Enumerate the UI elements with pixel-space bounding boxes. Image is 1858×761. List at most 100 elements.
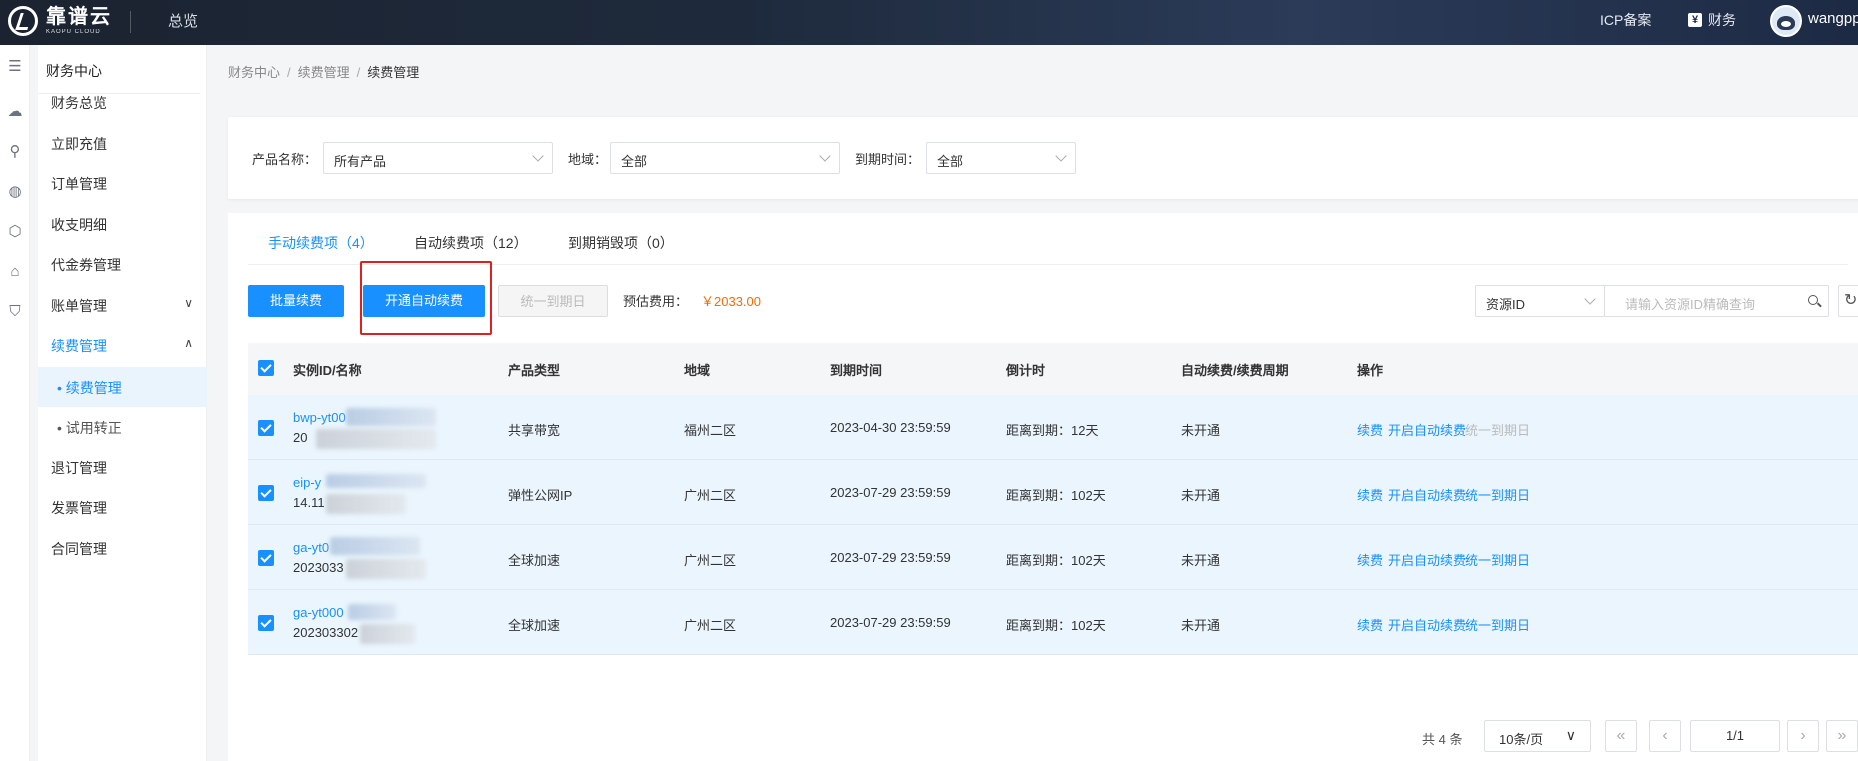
table-row: ga-yt000 202303302 全球加速 广州二区 2023-07-29 …	[248, 590, 1858, 655]
globe-icon[interactable]: ◍	[5, 182, 25, 202]
page-size-select[interactable]: 10条/页 ∨	[1484, 720, 1591, 752]
unify-expire-link[interactable]: 统一到期日	[1465, 485, 1530, 504]
logo-name: 靠谱云	[46, 6, 112, 28]
icon-rail: ☰ ☁ ⚲ ◍ ⬡ ⌂ ⛉	[0, 45, 30, 761]
nav-finance-link[interactable]: ¥ 财务	[1688, 10, 1736, 30]
renew-link[interactable]: 续费	[1357, 420, 1383, 439]
chevron-up-icon: ∧	[184, 336, 193, 350]
sidebar-item-invoices[interactable]: 发票管理	[51, 498, 201, 518]
next-page-icon[interactable]: ›	[1787, 720, 1819, 752]
sidebar-item-bills-label: 账单管理	[51, 298, 107, 314]
countdown: 距离到期：102天	[1006, 553, 1106, 568]
product-type: 全球加速	[508, 553, 561, 568]
redacted-blur	[348, 604, 396, 620]
nav-icp-link[interactable]: ICP备案	[1600, 10, 1651, 30]
select-all-checkbox[interactable]	[258, 360, 274, 376]
product-filter-select[interactable]: 所有产品	[323, 142, 553, 174]
sidebar-item-transactions[interactable]: 收支明细	[51, 215, 201, 235]
column-header: 地域	[684, 363, 711, 378]
renew-link[interactable]: 续费	[1357, 485, 1383, 504]
sidebar-item-renewal[interactable]: 续费管理 ∧	[51, 336, 201, 356]
tab-auto-renewal[interactable]: 自动续费项（12）	[414, 233, 528, 253]
instance-name: 2023033	[293, 560, 344, 575]
search-type-select[interactable]: 资源ID	[1475, 285, 1605, 317]
region-filter-select[interactable]: 全部	[610, 142, 840, 174]
product-filter-label: 产品名称：	[252, 152, 318, 167]
region: 广州二区	[684, 488, 737, 503]
enable-auto-renew-link[interactable]: 开启自动续费	[1388, 615, 1466, 634]
sidebar-item-unsubscribe[interactable]: 退订管理	[51, 458, 201, 478]
chevron-down-icon	[1055, 150, 1067, 162]
yen-icon: ¥	[1688, 13, 1702, 27]
row-checkbox[interactable]	[258, 550, 274, 566]
topbar-divider	[130, 11, 131, 33]
username[interactable]: wangpp	[1808, 10, 1858, 27]
column-header: 实例ID/名称	[293, 363, 362, 378]
user-avatar[interactable]	[1770, 5, 1802, 37]
enable-auto-renew-link[interactable]: 开启自动续费	[1388, 550, 1466, 569]
current-page[interactable]: 1/1	[1690, 720, 1780, 752]
breadcrumb-item-renewal[interactable]: 续费管理	[298, 65, 350, 80]
nav-finance-label: 财务	[1708, 12, 1736, 28]
expire-filter-select[interactable]: 全部	[926, 142, 1076, 174]
countdown: 距离到期：102天	[1006, 488, 1106, 503]
search-icon[interactable]	[1808, 295, 1818, 305]
unify-expire-link[interactable]: 统一到期日	[1465, 550, 1530, 569]
search-input[interactable]: 请输入资源ID精确查询	[1604, 285, 1829, 317]
row-checkbox[interactable]	[258, 615, 274, 631]
row-checkbox[interactable]	[258, 420, 274, 436]
redacted-blur	[346, 408, 436, 426]
network-icon[interactable]: ⬡	[5, 222, 25, 242]
renew-link[interactable]: 续费	[1357, 615, 1383, 634]
table-header: 实例ID/名称 产品类型 地域 到期时间 倒计时 自动续费/续费周期 操作	[248, 343, 1858, 395]
expire-filter-label: 到期时间：	[855, 152, 921, 167]
nav-overview-link[interactable]: 总览	[168, 10, 198, 31]
instance-id-link[interactable]: ga-yt000	[293, 605, 344, 620]
instance-id-link[interactable]: ga-yt0	[293, 540, 329, 555]
prev-page-icon[interactable]: ‹	[1649, 720, 1681, 752]
chevron-down-icon	[1584, 293, 1596, 305]
enable-auto-renew-link[interactable]: 开启自动续费	[1388, 485, 1466, 504]
last-page-icon[interactable]: »	[1826, 720, 1858, 752]
tab-manual-renewal[interactable]: 手动续费项（4）	[268, 233, 374, 253]
instance-id-link[interactable]: bwp-yt00	[293, 410, 346, 425]
unify-expire-link[interactable]: 统一到期日	[1465, 615, 1530, 634]
refresh-icon[interactable]: ↻	[1838, 285, 1858, 317]
instance-name: 202303302	[293, 625, 359, 640]
sidebar-subitem-renewal[interactable]: • 续费管理	[38, 367, 207, 407]
shield-icon[interactable]: ⛉	[5, 302, 25, 322]
first-page-icon[interactable]: «	[1605, 720, 1637, 752]
cloud-icon[interactable]: ☁	[5, 102, 25, 122]
breadcrumb: 财务中心 / 续费管理 / 续费管理	[228, 65, 420, 80]
estimate-label: 预估费用：	[623, 294, 689, 309]
sidebar-item-finance-overview[interactable]: 财务总览	[51, 93, 201, 113]
region-filter-label: 地域：	[568, 152, 608, 167]
column-header: 倒计时	[1006, 363, 1046, 378]
logo[interactable]: 靠谱云 KAOPU CLOUD	[8, 6, 112, 36]
breadcrumb-item-finance[interactable]: 财务中心	[228, 65, 280, 80]
sidebar-item-contracts[interactable]: 合同管理	[51, 539, 201, 559]
unify-expire-link[interactable]: 统一到期日	[1465, 420, 1530, 439]
sidebar-item-vouchers[interactable]: 代金券管理	[51, 255, 201, 275]
redacted-blur	[330, 537, 420, 555]
unify-expire-button[interactable]: 统一到期日	[498, 285, 608, 317]
sidebar-item-orders[interactable]: 订单管理	[51, 174, 201, 194]
chevron-down-icon	[532, 150, 544, 162]
row-checkbox[interactable]	[258, 485, 274, 501]
sidebar-item-recharge[interactable]: 立即充值	[51, 134, 201, 154]
storage-icon[interactable]: ⌂	[5, 262, 25, 282]
enable-auto-renew-link[interactable]: 开启自动续费	[1388, 420, 1466, 439]
instance-id-link[interactable]: eip-y	[293, 475, 321, 490]
tab-expire-destroy[interactable]: 到期销毁项（0）	[568, 233, 674, 253]
sidebar-title: 财务中心	[46, 63, 102, 79]
region: 广州二区	[684, 618, 737, 633]
redacted-blur	[360, 624, 415, 644]
menu-toggle-icon[interactable]: ☰	[5, 57, 25, 77]
instance-name: 20	[293, 430, 308, 445]
column-header: 自动续费/续费周期	[1181, 363, 1289, 378]
renew-link[interactable]: 续费	[1357, 550, 1383, 569]
satellite-icon[interactable]: ⚲	[5, 142, 25, 162]
sidebar-item-bills[interactable]: 账单管理 ∨	[51, 296, 201, 316]
sidebar-subitem-trial-conversion[interactable]: • 试用转正	[38, 407, 207, 447]
batch-renew-button[interactable]: 批量续费	[248, 285, 344, 317]
